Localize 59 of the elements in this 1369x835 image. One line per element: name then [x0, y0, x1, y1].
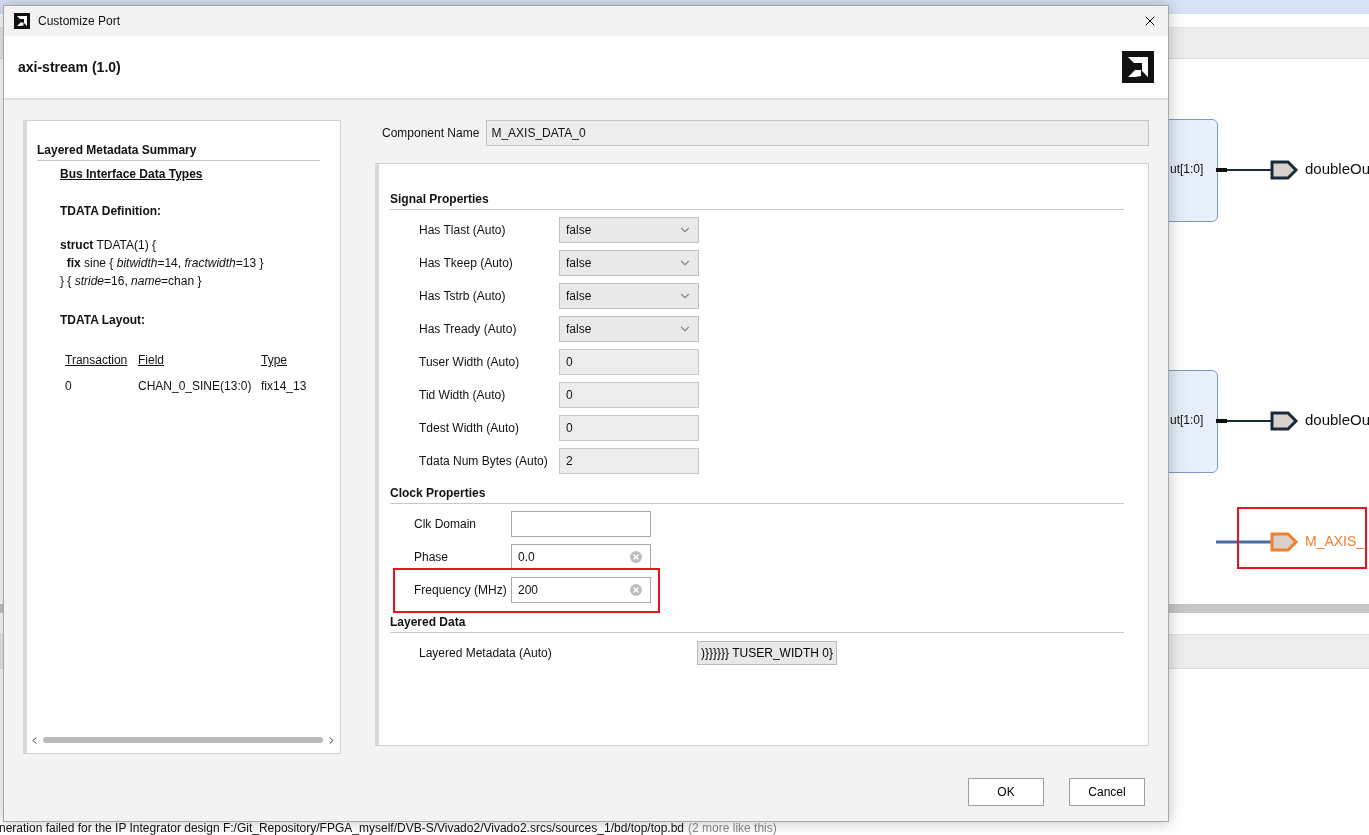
- table-cell-text: fix14_13: [261, 379, 308, 393]
- section-heading: TDATA Definition:: [60, 204, 163, 218]
- input-field[interactable]: 0: [559, 415, 699, 441]
- code-line: struct TDATA(1) {: [60, 237, 158, 254]
- input-field[interactable]: 200: [511, 577, 651, 603]
- types-link[interactable]: Bus Interface Data Types: [60, 167, 320, 181]
- field-label: Has Tkeep (Auto): [419, 256, 514, 270]
- port-label: doubleOu: [1305, 160, 1369, 177]
- field-label: Has Tready (Auto): [419, 322, 518, 336]
- input-field[interactable]: M_AXIS_DATA_0: [486, 120, 1149, 146]
- column-header: Transaction: [65, 353, 129, 367]
- section-title: Signal Properties: [390, 192, 1124, 210]
- table-cell-text: CHAN_0_SINE(13:0): [138, 379, 253, 393]
- code-line: } { stride=16, name=chan }: [60, 273, 203, 290]
- field-label: Tdata Num Bytes (Auto): [419, 454, 549, 468]
- input-field[interactable]: 2: [559, 448, 699, 474]
- input-field[interactable]: 0: [559, 349, 699, 375]
- field-label: Has Tstrb (Auto): [419, 289, 507, 303]
- dropdown[interactable]: false: [559, 217, 699, 243]
- column-header: Field: [138, 353, 165, 367]
- logo-icon: [14, 13, 30, 29]
- section-heading: TDATA Layout:: [60, 313, 147, 327]
- message-note: (2 more like this): [688, 822, 777, 835]
- pin-label: ut[1:0]: [1170, 162, 1204, 176]
- port-label: M_AXIS_: [1305, 533, 1365, 549]
- field-label: Has Tlast (Auto): [419, 223, 507, 237]
- message-text: neration failed for the IP Integrator design F:/Git_Repository/FPGA_myself/DVB-S/Vivado2/Vivado2.srcs/sources_1/bd/top/top.bd: [0, 822, 685, 835]
- clear-icon[interactable]: [628, 549, 644, 565]
- value-button[interactable]: )}}}}}} TUSER_WIDTH 0}: [697, 641, 837, 665]
- input-field[interactable]: [511, 511, 651, 537]
- pin-label: ut[1:0]: [1170, 413, 1204, 427]
- field-label: Phase: [414, 550, 450, 564]
- input-field[interactable]: 0: [559, 382, 699, 408]
- dropdown[interactable]: false: [559, 250, 699, 276]
- dialog-button[interactable]: Cancel: [1069, 778, 1145, 806]
- dropdown[interactable]: false: [559, 283, 699, 309]
- logo-icon: [1122, 51, 1154, 83]
- window-title: Customize Port: [38, 14, 122, 28]
- dialog-button[interactable]: OK: [968, 778, 1044, 806]
- clear-icon[interactable]: [628, 582, 644, 598]
- section-title: Layered Data: [390, 615, 1124, 633]
- table-cell-text: 0: [65, 379, 73, 393]
- code-line: fix sine { bitwidth=14, fractwidth=13 }: [65, 255, 265, 272]
- field-label: Clk Domain: [414, 517, 477, 531]
- field-label: Tid Width (Auto): [419, 388, 507, 402]
- field-label: Tdest Width (Auto): [419, 421, 521, 435]
- summary-title: Layered Metadata Summary: [37, 143, 320, 161]
- scroll-thumb[interactable]: [43, 737, 323, 743]
- port-label: doubleOu: [1305, 411, 1369, 428]
- dialog-heading: axi-stream (1.0): [18, 59, 121, 75]
- field-label: Layered Metadata (Auto): [419, 646, 553, 660]
- input-field[interactable]: 0.0: [511, 544, 651, 570]
- dropdown[interactable]: false: [559, 316, 699, 342]
- section-title: Clock Properties: [390, 486, 1124, 504]
- column-header: Type: [261, 353, 288, 367]
- field-label: Tuser Width (Auto): [419, 355, 521, 369]
- scroll-bar[interactable]: [29, 734, 337, 746]
- field-label: Frequency (MHz): [414, 583, 508, 597]
- field-label: Component Name: [382, 126, 480, 140]
